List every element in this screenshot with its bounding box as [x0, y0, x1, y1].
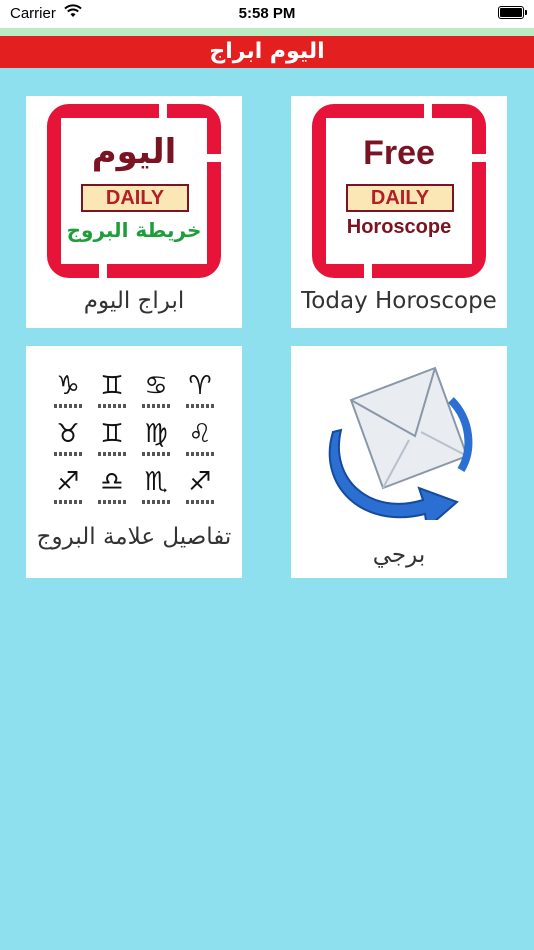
zodiac-sign: ♊ [92, 418, 132, 462]
logo-badge: DAILY [346, 184, 454, 212]
logo-top-text: اليوم [91, 132, 177, 172]
zodiac-sign: ♉ [48, 418, 88, 462]
card-label: ابراج اليوم [83, 288, 185, 314]
my-zodiac-card[interactable]: برجي [291, 346, 507, 578]
logo-badge: DAILY [81, 184, 189, 212]
zodiac-sign: ♌ [180, 418, 220, 462]
free-daily-horoscope-logo: Free DAILY Horoscope [312, 104, 486, 278]
card-label: تفاصيل علامة البروج [36, 524, 232, 550]
zodiac-sign: ♊ [92, 370, 132, 414]
card-label: Today Horoscope [301, 288, 497, 314]
zodiac-sign: ♈ [180, 370, 220, 414]
zodiac-sign: ♑ [48, 370, 88, 414]
zodiac-sign: ♏ [136, 466, 176, 510]
zodiac-sign: ♐ [180, 466, 220, 510]
zodiac-details-card[interactable]: ♑ ♊ ♋ ♈ ♉ ♊ ♍ ♌ ♐ ♎ ♏ ♐ تفاصيل علامة الب… [26, 346, 242, 578]
zodiac-sign: ♐ [48, 466, 88, 510]
zodiac-sign: ♎ [92, 466, 132, 510]
logo-top-text: Free [363, 134, 435, 172]
status-bar: Carrier 5:58 PM [0, 0, 534, 28]
zodiac-sign: ♍ [136, 418, 176, 462]
today-horoscope-card[interactable]: Free DAILY Horoscope Today Horoscope [291, 96, 507, 328]
logo-bottom-text: Horoscope [346, 216, 452, 238]
mail-refresh-icon [311, 360, 487, 530]
battery-icon [498, 6, 527, 19]
status-time: 5:58 PM [238, 5, 296, 22]
card-label: برجي [372, 542, 426, 568]
logo-bottom-text: خريطة البروج [66, 218, 202, 242]
arabic-daily-logo: اليوم DAILY خريطة البروج [47, 104, 221, 278]
arabic-daily-card[interactable]: اليوم DAILY خريطة البروج ابراج اليوم [26, 96, 242, 328]
header-stripe [0, 28, 534, 36]
page-title: اليوم ابراج [0, 36, 534, 68]
zodiac-sign: ♋ [136, 370, 176, 414]
zodiac-signs-icon: ♑ ♊ ♋ ♈ ♉ ♊ ♍ ♌ ♐ ♎ ♏ ♐ [46, 360, 222, 520]
